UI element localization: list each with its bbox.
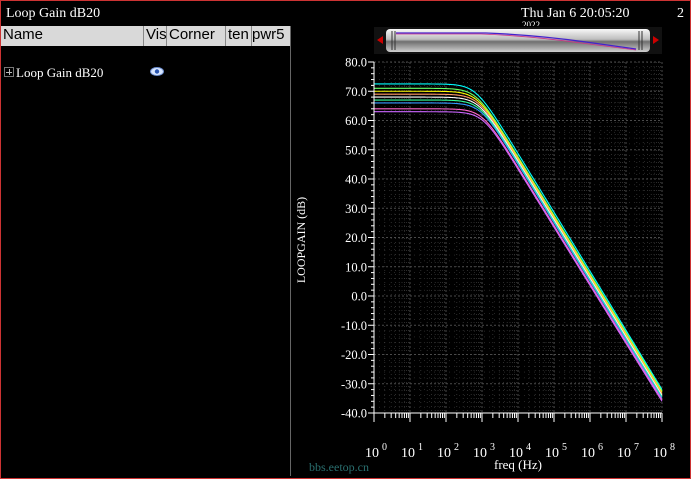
expand-tree-icon[interactable]	[4, 67, 14, 77]
trace-browser-panel: Name Vis Corner ten pwr5 Loop Gain dB20	[1, 26, 291, 476]
zoom-scroller[interactable]	[374, 27, 662, 54]
title-bar: Loop Gain dB20 Thu Jan 6 20:05:20 2022 2	[2, 2, 689, 26]
table-header: Name Vis Corner ten pwr5	[1, 26, 290, 46]
table-row[interactable]: Loop Gain dB20	[1, 64, 290, 82]
scroll-thumb-preview[interactable]	[386, 29, 650, 52]
scroll-left-arrow-icon[interactable]	[377, 36, 383, 44]
subwindow-number[interactable]: 2	[677, 6, 684, 22]
column-header-visible[interactable]: Vis	[144, 26, 167, 46]
visibility-eye-icon[interactable]	[150, 67, 164, 76]
column-header-pwr5[interactable]: pwr5	[252, 26, 290, 46]
scroll-right-arrow-icon[interactable]	[653, 36, 659, 44]
datetime-sub-label: 2022	[522, 21, 540, 26]
datetime-label: Thu Jan 6 20:05:20	[521, 6, 630, 21]
trace-name: Loop Gain dB20	[16, 65, 104, 80]
column-header-name[interactable]: Name	[1, 26, 144, 46]
column-header-corner[interactable]: Corner	[167, 26, 226, 46]
window-title: Loop Gain dB20	[6, 6, 101, 21]
overview-trace-icon	[391, 31, 643, 51]
column-header-temp[interactable]: ten	[226, 26, 252, 46]
